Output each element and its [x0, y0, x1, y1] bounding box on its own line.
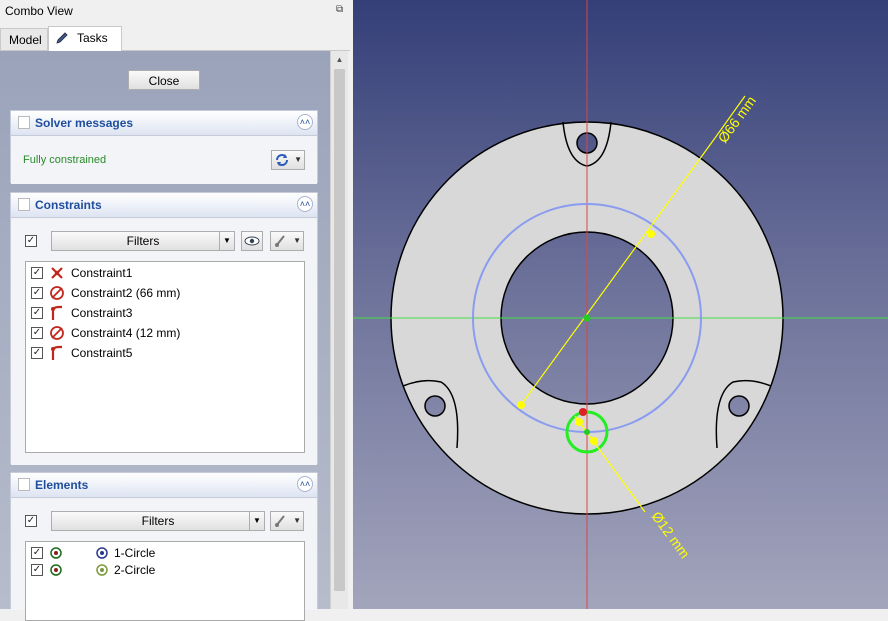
elements-body: ✓ Filters ▼ ▼ ✓ 1-Circle ✓ 2-Circle: [11, 498, 317, 621]
list-item[interactable]: ✓ Constraint2 (66 mm): [26, 283, 304, 303]
element-label: 1-Circle: [114, 546, 156, 560]
constraint-label: Constraint3: [71, 306, 133, 320]
float-panel-icon[interactable]: ⧉: [336, 5, 346, 15]
tab-tasks-label: Tasks: [77, 31, 108, 45]
center-point[interactable]: [583, 314, 591, 322]
element-checkbox[interactable]: ✓: [31, 547, 43, 559]
dimension-label-66: Ø66 mm: [714, 93, 759, 146]
eye-icon: [244, 236, 260, 246]
constraint-label: Constraint4 (12 mm): [71, 326, 181, 340]
constraints-list: ✓ Constraint1 ✓ Constraint2 (66 mm) ✓ Co…: [25, 261, 305, 453]
constraints-panel: Constraints ˄˄ ✓ Filters ▼ ▼ ✓ Constrain…: [10, 192, 318, 465]
pencil-icon: [56, 32, 68, 44]
solver-messages-header[interactable]: Solver messages ˄˄: [11, 111, 317, 136]
edge-icon: [50, 547, 62, 559]
tab-tasks[interactable]: Tasks: [48, 26, 122, 51]
chevron-down-icon: ▼: [293, 236, 301, 245]
diameter-icon: [50, 326, 64, 340]
elements-filter-label: Filters: [141, 514, 175, 528]
tab-bar: Model Tasks: [0, 26, 350, 51]
solver-messages-body: Fully constrained ▼: [11, 136, 317, 184]
constraint-checkbox[interactable]: ✓: [31, 347, 43, 359]
solver-options-button[interactable]: ▼: [271, 150, 305, 170]
chevron-down-icon: ▼: [219, 232, 234, 250]
dimension-label-12: Ø12 mm: [649, 508, 694, 561]
solver-messages-panel: Solver messages ˄˄ Fully constrained ▼: [10, 110, 318, 184]
small-circle-center-point[interactable]: [584, 429, 590, 435]
constraint-checkbox[interactable]: ✓: [31, 267, 43, 279]
scroll-up-icon[interactable]: ▲: [331, 51, 348, 68]
elements-select-all-checkbox[interactable]: ✓: [25, 515, 37, 527]
visibility-toggle-button[interactable]: [241, 231, 263, 251]
collapse-icon[interactable]: ˄˄: [297, 114, 313, 130]
constraint-label: Constraint1: [71, 266, 133, 280]
constraint-checkbox[interactable]: ✓: [31, 287, 43, 299]
3d-viewport[interactable]: Ø66 mm Ø12 mm: [353, 0, 888, 609]
page-icon: [18, 478, 30, 491]
combo-view: Combo View ⧉ Model Tasks Close ▲ Solver …: [0, 0, 352, 621]
constraint-settings-button[interactable]: ▼: [270, 231, 304, 251]
list-item[interactable]: ✓ Constraint1: [26, 263, 304, 283]
scroll-thumb[interactable]: [334, 69, 345, 591]
sketch-canvas[interactable]: Ø66 mm Ø12 mm: [353, 0, 888, 609]
task-scrollbar[interactable]: ▲: [330, 51, 348, 609]
constraints-title: Constraints: [35, 198, 102, 212]
edge-icon: [50, 564, 62, 576]
constraint-label: Constraint5: [71, 346, 133, 360]
combo-view-title: Combo View: [5, 4, 73, 18]
constraint-checkbox[interactable]: ✓: [31, 327, 43, 339]
solver-status: Fully constrained: [23, 154, 107, 166]
brush-icon: [275, 515, 285, 527]
refresh-icon: [276, 154, 288, 166]
elements-header[interactable]: Elements ˄˄: [11, 473, 317, 498]
list-item[interactable]: ✓ Constraint4 (12 mm): [26, 323, 304, 343]
list-item[interactable]: ✓ Constraint5: [26, 343, 304, 363]
elements-filter-select[interactable]: Filters ▼: [51, 511, 265, 531]
element-checkbox[interactable]: ✓: [31, 564, 43, 576]
constraints-filter-select[interactable]: Filters ▼: [51, 231, 235, 251]
constraints-filter-label: Filters: [126, 234, 160, 248]
circle-icon: [96, 564, 108, 576]
point-on-object-icon: [51, 345, 62, 360]
diameter-icon: [50, 286, 64, 300]
collapse-icon[interactable]: ˄˄: [297, 196, 313, 212]
list-item[interactable]: ✓ 2-Circle: [26, 560, 304, 580]
elements-panel: Elements ˄˄ ✓ Filters ▼ ▼ ✓ 1-Circle ✓ 2…: [10, 472, 318, 621]
brush-icon: [275, 235, 285, 247]
constraints-body: ✓ Filters ▼ ▼ ✓ Constraint1 ✓ Constraint…: [11, 218, 317, 465]
elements-list: ✓ 1-Circle ✓ 2-Circle: [25, 541, 305, 621]
circle-icon: [96, 547, 108, 559]
constraints-select-all-checkbox[interactable]: ✓: [25, 235, 37, 247]
coincident-icon: [51, 267, 63, 279]
collapse-icon[interactable]: ˄˄: [297, 476, 313, 492]
constraint-label: Constraint2 (66 mm): [71, 286, 181, 300]
chevron-down-icon: ▼: [294, 155, 302, 164]
chevron-down-icon: ▼: [293, 516, 301, 525]
constraints-header[interactable]: Constraints ˄˄: [11, 193, 317, 218]
chevron-down-icon: ▼: [249, 512, 264, 530]
close-button[interactable]: Close: [128, 70, 200, 90]
tab-model[interactable]: Model: [0, 28, 48, 50]
solver-messages-title: Solver messages: [35, 116, 134, 130]
page-icon: [18, 198, 30, 211]
tab-model-label: Model: [9, 33, 42, 47]
coincident-point[interactable]: [579, 408, 587, 416]
list-item[interactable]: ✓ Constraint3: [26, 303, 304, 323]
constraint-checkbox[interactable]: ✓: [31, 307, 43, 319]
point-on-object-icon: [51, 305, 62, 320]
elements-title: Elements: [35, 478, 89, 492]
element-label: 2-Circle: [114, 563, 156, 577]
element-settings-button[interactable]: ▼: [270, 511, 304, 531]
page-icon: [18, 116, 30, 129]
